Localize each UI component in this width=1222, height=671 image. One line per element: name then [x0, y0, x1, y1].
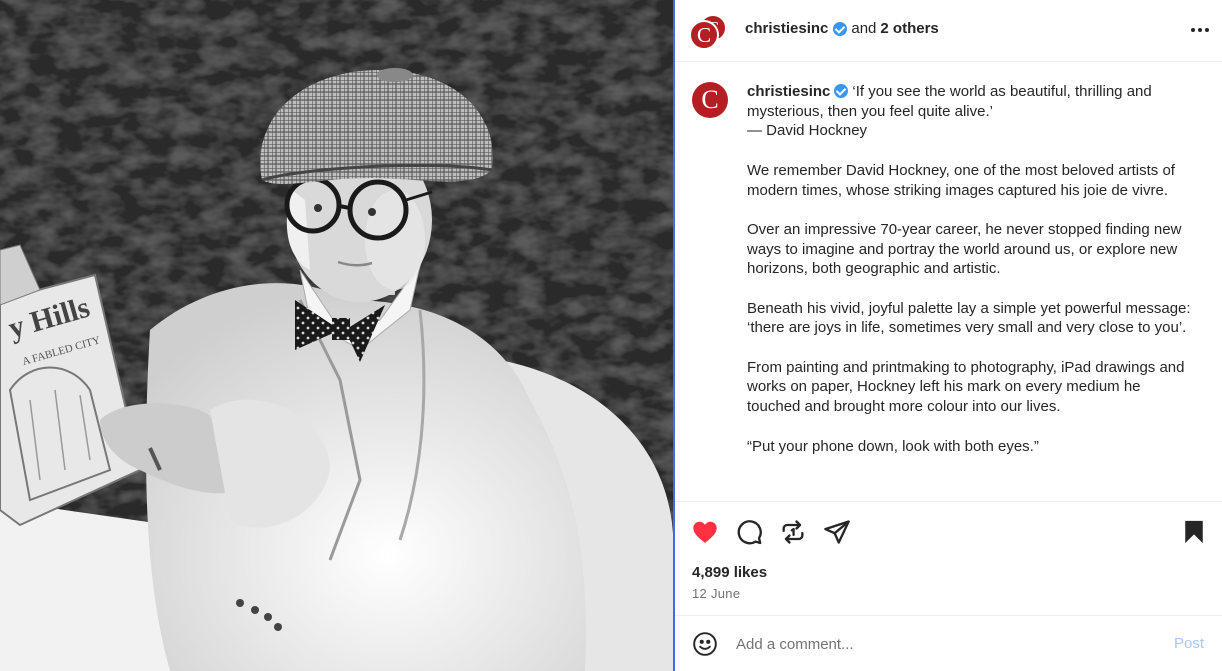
caption-paragraph: christiesinc ‘If you see the world as bea… — [747, 82, 1197, 141]
bookmark-filled-icon[interactable] — [1180, 518, 1208, 546]
post-comment-button[interactable]: Post — [1174, 635, 1204, 652]
comment-bar: Post — [675, 617, 1222, 671]
and-label: and — [851, 20, 877, 37]
post-actions: 4,899 likes 12 June — [675, 501, 1222, 616]
heart-filled-icon[interactable] — [691, 518, 719, 546]
caption-paragraph: “Put your phone down, look with both eye… — [747, 437, 1039, 455]
likes-count[interactable]: 4,899 likes — [692, 564, 767, 581]
caption-paragraph: Beneath his vivid, joyful palette lay a … — [747, 299, 1191, 337]
comment-icon[interactable] — [735, 518, 763, 546]
verified-badge-icon — [833, 21, 848, 36]
post-photo[interactable]: y Hills A FABLED CITY — [0, 0, 673, 671]
others-link[interactable]: 2 others — [880, 20, 938, 37]
caption-paragraph: From painting and printmaking to photogr… — [747, 358, 1185, 416]
post-header: C C christiesinc and 2 others — [675, 0, 1222, 62]
author-username[interactable]: christiesinc — [745, 20, 828, 37]
post-side-panel: C C christiesinc and 2 others C christie… — [675, 0, 1222, 671]
post-date[interactable]: 12 June — [692, 586, 740, 601]
caption-scroll-area[interactable]: C christiesinc ‘If you see the world as b… — [675, 63, 1222, 501]
verified-badge-icon — [834, 84, 849, 98]
portrait-photo: y Hills A FABLED CITY — [0, 0, 673, 671]
caption-author-avatar[interactable]: C — [692, 82, 728, 118]
comment-input[interactable] — [736, 631, 1156, 657]
caption-username[interactable]: christiesinc — [747, 83, 830, 100]
caption-paragraph: Over an impressive 70-year career, he ne… — [747, 220, 1182, 278]
send-icon[interactable] — [823, 518, 851, 546]
post-authors: christiesinc and 2 others — [745, 20, 939, 37]
repost-icon[interactable] — [779, 518, 807, 546]
caption: christiesinc ‘If you see the world as bea… — [747, 82, 1197, 456]
more-horizontal-icon[interactable] — [1188, 18, 1212, 42]
author-avatar[interactable]: C — [689, 20, 719, 50]
emoji-icon[interactable] — [692, 631, 718, 657]
caption-paragraph: We remember David Hockney, one of the mo… — [747, 161, 1175, 199]
